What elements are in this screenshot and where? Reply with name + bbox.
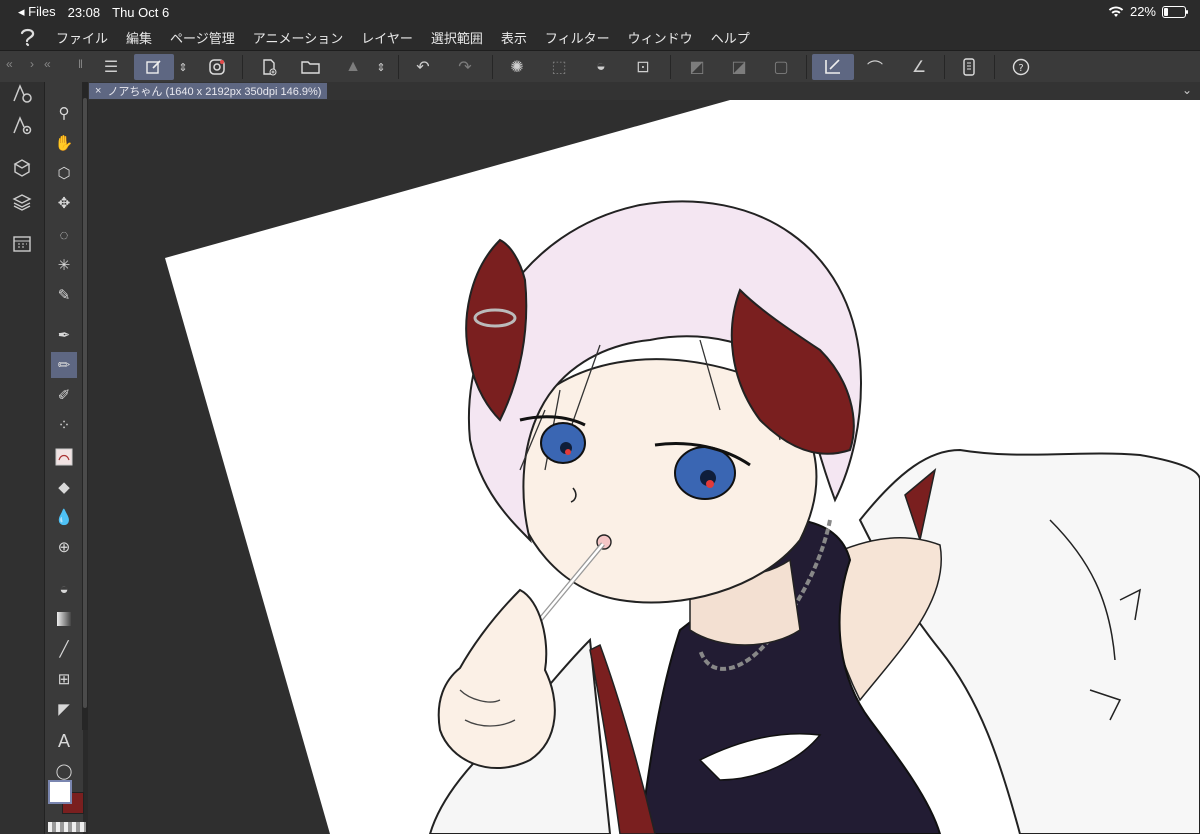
layer-icon[interactable]: [10, 190, 34, 214]
menu-edit[interactable]: 編集: [126, 28, 152, 47]
material-icon[interactable]: [10, 156, 34, 180]
back-label: Files: [28, 4, 56, 19]
sub-tool-icon[interactable]: [812, 54, 854, 80]
save-chevron-icon[interactable]: ⇕: [372, 54, 390, 80]
pen-tool-icon[interactable]: ✒: [51, 322, 77, 348]
brush-size-icon[interactable]: ⌒: [862, 54, 888, 80]
tool-property-icon[interactable]: [10, 82, 34, 106]
object-tool-icon[interactable]: ⬡: [51, 160, 77, 186]
menu-layer[interactable]: レイヤー: [361, 28, 413, 47]
left-panel-column: [0, 82, 44, 834]
ios-status-bar: ◂ Files 23:08 Thu Oct 6 22%: [0, 0, 1200, 24]
new-file-icon[interactable]: [256, 54, 282, 80]
decoration-tool-icon[interactable]: [51, 444, 77, 470]
stabilization-icon[interactable]: ∠: [906, 54, 932, 80]
collapse-right-icon[interactable]: ›: [30, 57, 34, 71]
undo-icon[interactable]: ↶: [410, 54, 436, 80]
document-tab-bar: × ノアちゃん (1640 x 2192px 350dpi 146.9%) ⌄: [88, 82, 1200, 100]
menu-help[interactable]: ヘルプ: [711, 28, 750, 47]
menu-bar: ファイル 編集 ページ管理 アニメーション レイヤー 選択範囲 表示 フィルター…: [0, 24, 1200, 50]
frame-icon[interactable]: ▢: [768, 54, 794, 80]
save-icon[interactable]: ▲: [340, 54, 366, 80]
chevron-down-icon[interactable]: ⌄: [1182, 83, 1192, 97]
menu-animation[interactable]: アニメーション: [253, 28, 343, 47]
frame-tool-icon[interactable]: ⊞: [51, 666, 77, 692]
menu-window[interactable]: ウィンドウ: [628, 28, 693, 47]
airbrush-tool-icon[interactable]: ⁘: [51, 412, 77, 438]
status-time: 23:08: [67, 4, 101, 20]
zoom-tool-icon[interactable]: ⚲: [51, 100, 77, 126]
collapse-double-icon[interactable]: «: [44, 57, 51, 71]
wifi-icon: [1108, 6, 1124, 17]
menu-view[interactable]: 表示: [501, 28, 527, 47]
eyedropper-tool-icon[interactable]: ✎: [51, 282, 77, 308]
grid-tool-icon[interactable]: ⊕: [51, 534, 77, 560]
panel-handle-icon[interactable]: ‖: [78, 57, 83, 71]
fill-tool-icon[interactable]: ◒: [51, 576, 77, 602]
brush-tool-icon[interactable]: ✐: [51, 382, 77, 408]
close-tab-icon[interactable]: ×: [95, 85, 101, 97]
lasso-tool-icon[interactable]: ◌: [51, 222, 77, 248]
menu-selection[interactable]: 選択範囲: [431, 28, 483, 47]
ruler-tool-icon[interactable]: ◤: [51, 696, 77, 722]
menu-page[interactable]: ページ管理: [170, 28, 235, 47]
battery-percent: 22%: [1129, 4, 1156, 19]
artwork: [165, 100, 1200, 834]
eraser-tool-icon[interactable]: ◆: [51, 474, 77, 500]
chevron-updown-icon[interactable]: ⇕: [174, 54, 192, 80]
help-icon[interactable]: ?: [1008, 54, 1034, 80]
loading-icon[interactable]: ✺: [504, 54, 530, 80]
text-tool-icon[interactable]: A: [51, 728, 77, 754]
sub-tool-detail-icon[interactable]: [10, 114, 34, 138]
move-tool-icon[interactable]: ✥: [51, 190, 77, 216]
document-tab[interactable]: × ノアちゃん (1640 x 2192px 350dpi 146.9%): [89, 83, 328, 99]
transparent-color-swatch[interactable]: [48, 822, 86, 832]
svg-text:?: ?: [1018, 63, 1023, 74]
menu-file[interactable]: ファイル: [56, 28, 108, 47]
tool-palette: ⚲ ✋ ⬡ ✥ ◌ ✳ ✎ ✒ ✏ ✐ ⁘ ◆ 💧 ⊕ ◒ ╱ ⊞ ◤ A ◯: [44, 82, 83, 834]
battery-icon: [1162, 5, 1188, 18]
collapse-left-icon[interactable]: «: [6, 57, 13, 71]
transform-icon[interactable]: ⊡: [630, 54, 656, 80]
companion-mode-icon[interactable]: [204, 54, 230, 80]
selection-icon[interactable]: ⬚: [546, 54, 572, 80]
blend-tool-icon[interactable]: 💧: [51, 504, 77, 530]
magic-wand-tool-icon[interactable]: ✳: [51, 252, 77, 278]
pencil-tool-icon[interactable]: ✏: [51, 352, 77, 378]
status-date: Thu Oct 6: [112, 4, 170, 20]
line-tool-icon[interactable]: ╱: [51, 636, 77, 662]
menu-filter[interactable]: フィルター: [545, 28, 610, 47]
color-swatches: [46, 780, 86, 820]
document-title: ノアちゃん (1640 x 2192px 350dpi 146.9%): [107, 86, 322, 98]
ruler-icon[interactable]: ◪: [726, 54, 752, 80]
calendar-icon[interactable]: [10, 232, 34, 256]
snap-icon[interactable]: ◩: [684, 54, 710, 80]
command-bar: « › « ‖ ☰ ⇕ ▲ ⇕ ↶ ↷ ✺ ⬚ ◒ ⊡ ◩ ◪ ▢ ⌒ ∠ ?: [0, 50, 1200, 84]
phone-icon[interactable]: [956, 54, 982, 80]
menu-icon[interactable]: ☰: [98, 54, 124, 80]
quick-access-icon[interactable]: [134, 54, 174, 80]
hand-tool-icon[interactable]: ✋: [51, 130, 77, 156]
fill-icon[interactable]: ◒: [588, 54, 614, 80]
clip-studio-logo-icon[interactable]: [16, 25, 40, 49]
open-file-icon[interactable]: [298, 54, 324, 80]
canvas-area[interactable]: [88, 100, 1200, 834]
back-to-files-link[interactable]: ◂ Files: [18, 4, 56, 20]
redo-icon[interactable]: ↷: [452, 54, 478, 80]
gradient-tool-icon[interactable]: [51, 606, 77, 632]
main-color-swatch[interactable]: [48, 780, 72, 804]
